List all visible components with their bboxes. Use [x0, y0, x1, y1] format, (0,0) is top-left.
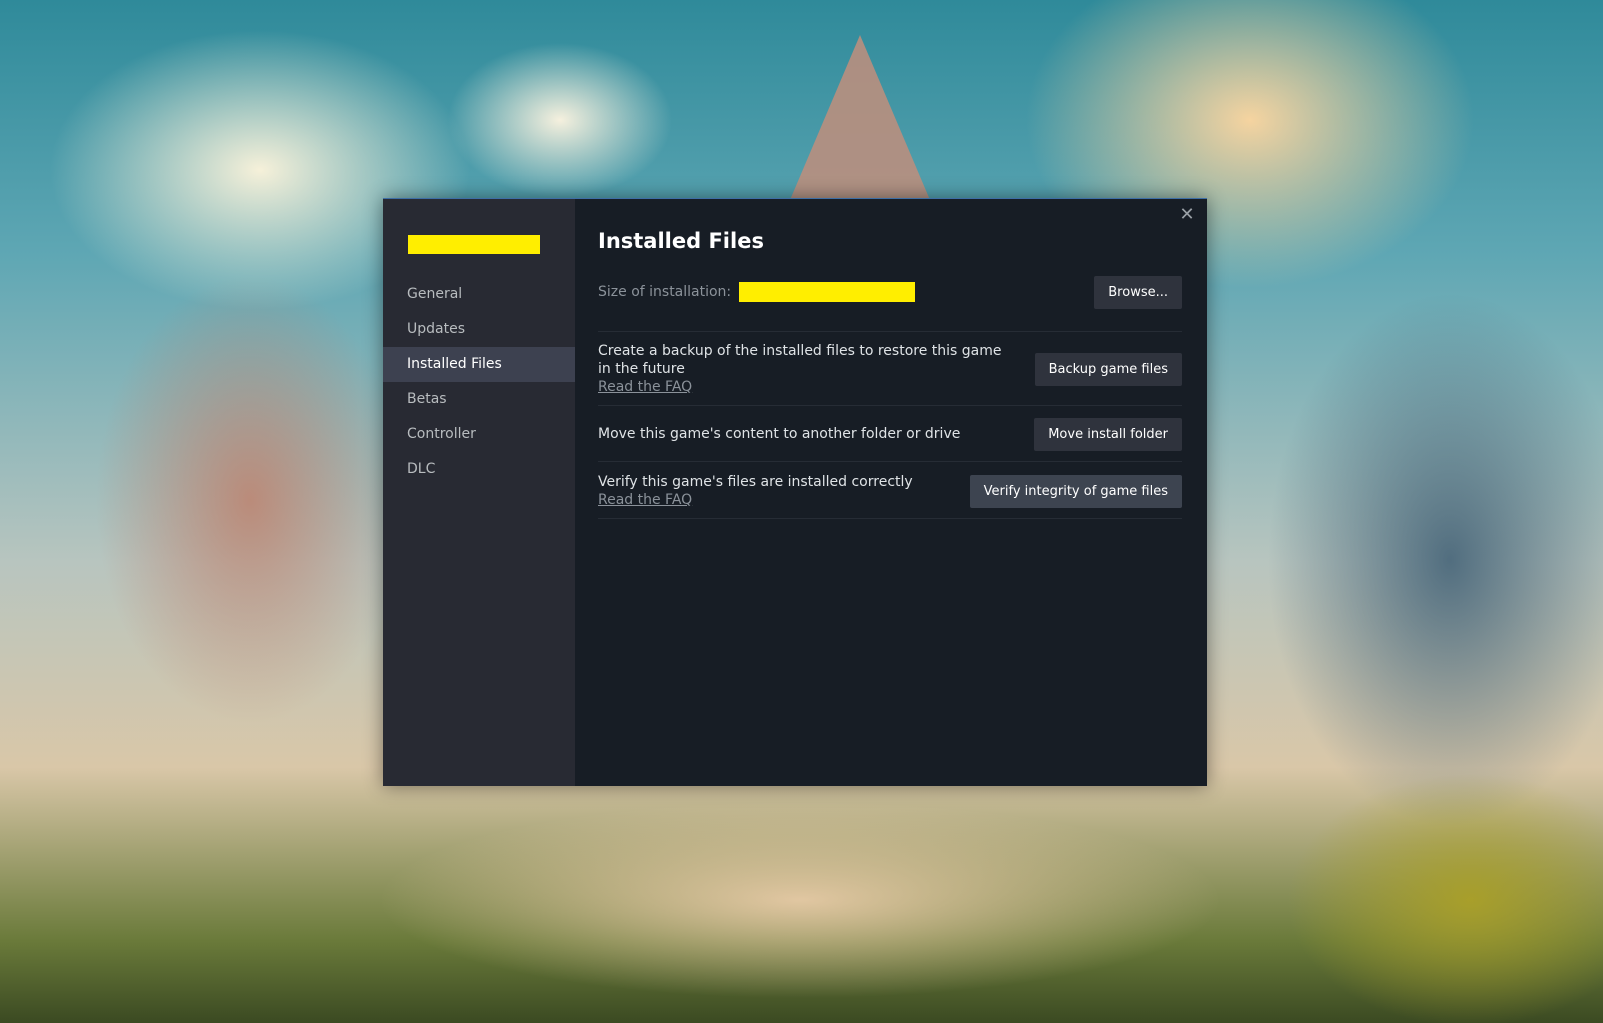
page-title: Installed Files [598, 229, 764, 253]
verify-description: Verify this game's files are installed c… [598, 473, 970, 509]
verify-integrity-button[interactable]: Verify integrity of game files [969, 474, 1182, 508]
backup-row: Create a backup of the installed files t… [598, 340, 1182, 398]
move-install-folder-button[interactable]: Move install folder [1034, 417, 1182, 451]
sidebar-nav: General Updates Installed Files Betas Co… [383, 277, 575, 487]
move-description: Move this game's content to another fold… [598, 425, 1034, 443]
sidebar-item-controller[interactable]: Controller [383, 417, 575, 452]
game-title-redacted [408, 235, 540, 254]
verify-faq-link[interactable]: Read the FAQ [598, 491, 940, 509]
backup-game-files-button[interactable]: Backup game files [1034, 352, 1182, 386]
sidebar: General Updates Installed Files Betas Co… [383, 199, 575, 786]
browse-button[interactable]: Browse... [1094, 275, 1182, 309]
game-properties-dialog: General Updates Installed Files Betas Co… [383, 198, 1207, 786]
sidebar-item-installed-files[interactable]: Installed Files [383, 347, 575, 382]
divider [598, 461, 1182, 462]
background-rock-spire [790, 35, 930, 200]
close-icon: ✕ [1179, 204, 1195, 225]
sidebar-item-updates[interactable]: Updates [383, 312, 575, 347]
divider [598, 405, 1182, 406]
verify-row: Verify this game's files are installed c… [598, 469, 1182, 513]
sidebar-item-betas[interactable]: Betas [383, 382, 575, 417]
verify-text: Verify this game's files are installed c… [598, 474, 913, 490]
backup-faq-link[interactable]: Read the FAQ [598, 378, 1005, 396]
move-row: Move this game's content to another fold… [598, 414, 1182, 454]
divider [598, 518, 1182, 519]
close-button[interactable]: ✕ [1175, 203, 1199, 227]
move-text: Move this game's content to another fold… [598, 426, 961, 442]
size-label: Size of installation: [598, 284, 732, 300]
backup-description: Create a backup of the installed files t… [598, 342, 1035, 396]
main-panel: ✕ Installed Files Size of installation: … [575, 199, 1207, 786]
installation-size-row: Size of installation: Browse... [598, 275, 1182, 309]
sidebar-item-dlc[interactable]: DLC [383, 452, 575, 487]
divider [598, 331, 1182, 332]
backup-text: Create a backup of the installed files t… [598, 343, 1002, 377]
sidebar-item-general[interactable]: General [383, 277, 575, 312]
size-value-redacted [739, 282, 916, 302]
